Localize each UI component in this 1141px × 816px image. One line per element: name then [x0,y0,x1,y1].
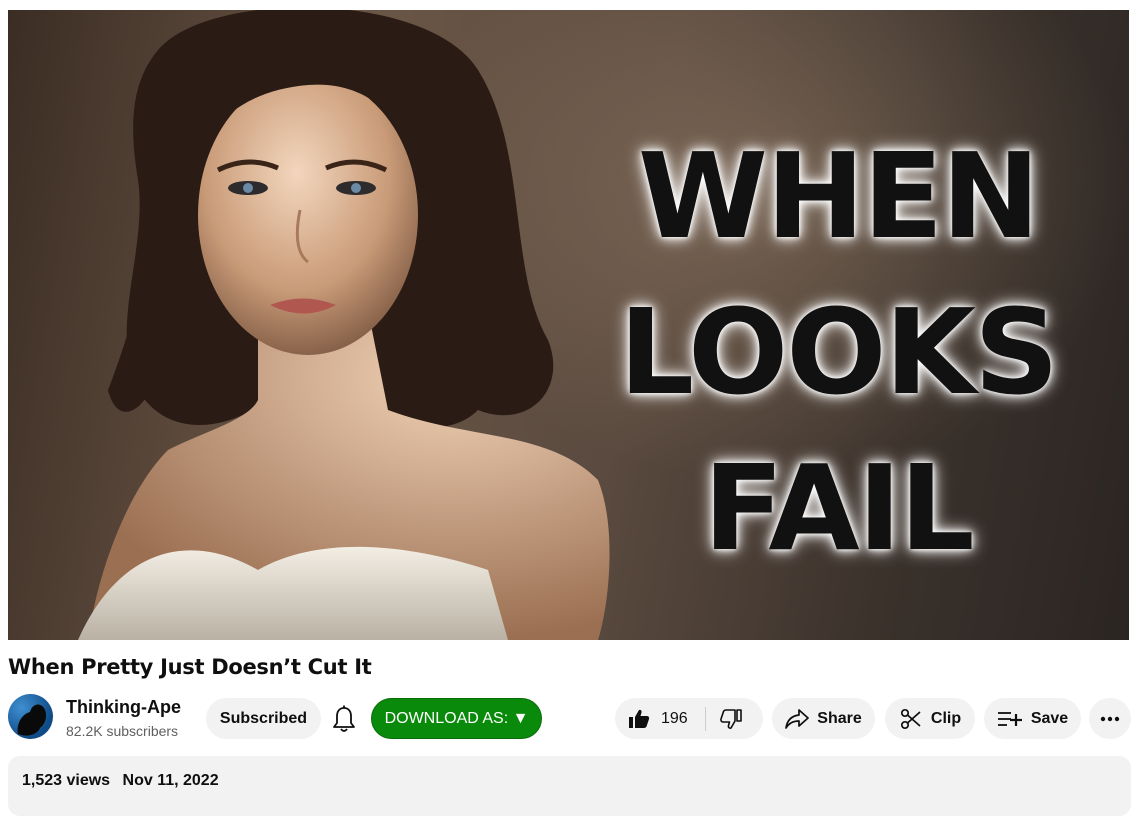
share-button[interactable]: Share [772,698,875,739]
subscriber-count: 82.2K subscribers [66,723,179,739]
like-button[interactable]: 196 [615,698,688,739]
save-button[interactable]: Save [984,698,1081,739]
like-dislike-group: 196 [615,698,763,739]
bell-icon[interactable] [331,705,357,733]
video-title: When Pretty Just Doesn’t Cut It [8,655,372,679]
more-actions-button[interactable] [1089,698,1131,739]
thumbnail-headline: WHEN LOOKS FAIL [568,118,1108,586]
channel-avatar[interactable] [8,694,53,739]
dislike-icon [719,708,742,729]
upload-date: Nov 11, 2022 [122,772,219,789]
thumbnail-figure [78,10,610,640]
thumbnail-line-3: FAIL [703,439,974,577]
subscribed-button[interactable]: Subscribed [206,698,321,739]
share-icon [785,708,810,729]
view-count: 1,523 views [22,772,111,789]
video-player[interactable]: WHEN LOOKS FAIL [8,10,1129,640]
clip-icon [900,708,921,729]
description-meta: 1,523 views Nov 11, 2022 [22,772,219,790]
channel-name[interactable]: Thinking-Ape [66,697,181,718]
like-icon [629,709,650,728]
clip-label: Clip [930,709,962,727]
clip-button[interactable]: Clip [885,698,975,739]
share-label: Share [817,709,862,727]
like-count: 196 [661,709,688,727]
ape-logo-icon [17,704,47,736]
download-as-button[interactable]: DOWNLOAD AS: ▼ [371,698,542,739]
dislike-button[interactable] [706,698,743,739]
save-label: Save [1030,709,1069,727]
more-icon [1100,716,1120,721]
thumbnail-line-1: WHEN [637,127,1040,265]
save-icon [997,711,1022,726]
description-box[interactable]: 1,523 views Nov 11, 2022 [8,756,1131,816]
thumbnail-line-2: LOOKS [618,283,1059,421]
